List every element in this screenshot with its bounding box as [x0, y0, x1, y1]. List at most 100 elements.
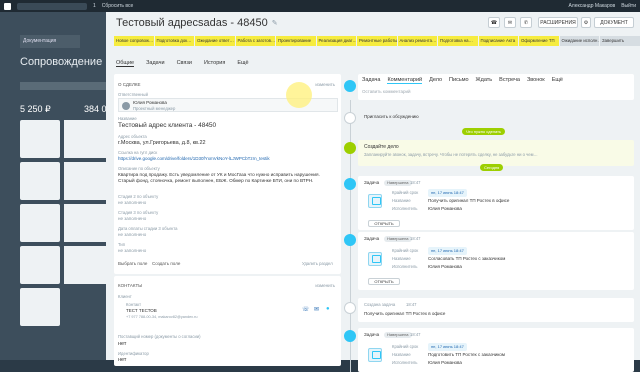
planned-pill: Что нужно сделать [462, 128, 506, 135]
tab-links[interactable]: Связи [177, 60, 192, 67]
change-link[interactable]: изменить [315, 283, 335, 288]
name-label: Название [392, 198, 411, 203]
delete-section-link[interactable]: Удалить раздел [302, 261, 333, 266]
executor-label: Исполнитель [392, 206, 418, 211]
tab-letter[interactable]: Письмо [449, 77, 468, 84]
task-executor[interactable]: Юлия Романова [428, 264, 462, 269]
top-system-bar: 1 Сбросить все Александр Макаров Выйти [0, 0, 640, 12]
created-task-time: 18:47 [406, 302, 417, 307]
task-name[interactable]: Получить оригинал ТП Ростех в офисе [428, 198, 509, 203]
tab-more[interactable]: Ещё [552, 77, 563, 84]
phone-icon[interactable]: ☎ [488, 17, 500, 28]
deal-title[interactable]: Тестовый адресsadas - 48450 [116, 17, 268, 29]
task-executor[interactable]: Юлия Романова [428, 206, 462, 211]
background-card [20, 162, 60, 200]
pipeline-stage[interactable]: Проектирование [276, 36, 316, 46]
task-checkbox-icon[interactable] [368, 194, 382, 208]
executor-label: Исполнитель [392, 360, 418, 365]
task-time: 18:47 [410, 180, 421, 185]
background-filter-strip [20, 82, 106, 90]
tab-task[interactable]: Задача [362, 77, 380, 84]
user-name[interactable]: Александр Макаров [568, 3, 615, 9]
tab-history[interactable]: История [204, 60, 225, 67]
open-line-icon[interactable]: ● [326, 306, 330, 312]
client-label: Клиент [118, 294, 132, 299]
consent-label: Поставщий номер (документы о согласии) [118, 334, 201, 339]
tab-wait[interactable]: Ждать [476, 77, 493, 84]
pipeline-stage[interactable]: Подготовка док… [154, 36, 194, 46]
choose-field-link[interactable]: Выбрать поле [118, 261, 147, 266]
deal-name: Тестовый адрес клиента - 48450 [118, 122, 217, 129]
tab-general[interactable]: Общие [116, 60, 135, 67]
deadline-value[interactable]: пн, 17 июнь 18:47 [428, 343, 467, 351]
background-card [64, 162, 106, 200]
responsible-name[interactable]: Юлия Романова [133, 100, 167, 105]
open-task-button[interactable]: ОТКРЫТЬ [368, 220, 400, 227]
responsible-role: Проектный менеджер [133, 106, 176, 111]
sync-link[interactable]: Сбросить все [102, 3, 134, 9]
settings-gear-icon[interactable]: ⚙ [581, 17, 591, 28]
background-sum-2: 384 0 [84, 104, 107, 114]
pipeline-stage[interactable]: Анализ ремонта… [397, 36, 437, 46]
chat-icon[interactable]: ✆ [520, 17, 532, 28]
tab-call[interactable]: Звонок [527, 77, 545, 84]
pipeline-stage[interactable]: Подписание Акта [478, 36, 518, 46]
task-executor[interactable]: Юлия Романова [428, 360, 462, 365]
background-sum-1: 5 250 ₽ [20, 104, 51, 114]
contact-name[interactable]: ТЕСТ ТЕСТОВ [126, 308, 157, 313]
task-name[interactable]: Согласовать ТП Ростех с заказчиком [428, 256, 505, 261]
create-field-link[interactable]: Создать поле [152, 261, 180, 266]
create-case-title: Создайте дело [364, 144, 399, 150]
extensions-button[interactable]: РАСШИРЕНИЯ [538, 17, 578, 28]
invite-link[interactable]: Пригласить к обсуждению [364, 114, 419, 119]
tab-more[interactable]: Ещё [237, 60, 248, 67]
tab-meeting[interactable]: Встреча [499, 77, 520, 84]
invite-icon [344, 112, 356, 124]
pipeline-stages: Новое сопровож… Подготовка док… Ожидание о… [114, 36, 640, 46]
created-task-text[interactable]: Получить оригинал ТП Ростех в офисе [364, 311, 445, 316]
tab-case[interactable]: Дело [429, 77, 442, 84]
payment-date-label: Дата оплаты стадии 3 объекта [118, 226, 178, 231]
counter-badge[interactable]: 1 [93, 3, 96, 9]
tab-tasks[interactable]: Задачи [146, 60, 164, 67]
pipeline-stage[interactable]: Новое сопровож… [114, 36, 154, 46]
tab-comment[interactable]: Комментарий [387, 77, 423, 84]
comment-input[interactable]: Оставить комментарий [362, 89, 411, 94]
responsible-label: Ответственный [118, 92, 148, 97]
task-name[interactable]: Подготовить ТП Ростех с заказчиком [428, 352, 505, 357]
address-label: Адрес объекта [118, 134, 147, 139]
global-search-input[interactable] [17, 2, 87, 10]
pipeline-stage[interactable]: Оформление ТП [519, 36, 559, 46]
exit-link[interactable]: Выйти [621, 3, 636, 9]
open-task-button[interactable]: ОТКРЫТЬ [368, 278, 400, 285]
name-label: Название [118, 116, 137, 121]
deadline-value[interactable]: пн, 17 июнь 18:47 [428, 189, 467, 197]
mail-icon[interactable]: ✉ [314, 306, 319, 313]
task-checkbox-icon[interactable] [368, 252, 382, 266]
mail-icon[interactable]: ✉ [504, 17, 516, 28]
task-time: 18:47 [410, 236, 421, 241]
pipeline-stage[interactable]: Работа с заготов… [235, 36, 275, 46]
description-label: Описание по объекту [118, 166, 160, 171]
payment-date-value: не заполнено [118, 232, 147, 237]
pipeline-stage[interactable]: Ремонтные работы [357, 36, 397, 46]
task-card: Задача Навершена 18:47 Крайний срок Назв… [358, 328, 634, 372]
deadline-value[interactable]: пн, 17 июнь 18:47 [428, 247, 467, 255]
pipeline-stage[interactable]: Завершить [600, 36, 640, 46]
pipeline-stage[interactable]: Реализация диаг… [316, 36, 356, 46]
pipeline-stage[interactable]: Ожидание исполн… [559, 36, 599, 46]
edit-pencil-icon[interactable]: ✎ [272, 19, 278, 27]
background-tab: Документация [20, 35, 80, 48]
drive-link[interactable]: https://drive.google.com/drive/folders/1… [118, 156, 270, 161]
stage3-value: не заполнено [118, 216, 147, 221]
phone-icon[interactable]: ☏ [302, 306, 310, 313]
comment-icon [344, 80, 356, 92]
task-card: Задача Навершена 18:47 Крайний срок Назв… [358, 176, 634, 230]
task-type: Задача [364, 236, 380, 241]
document-button[interactable]: ДОКУМЕНТ [594, 17, 634, 28]
task-icon [344, 178, 356, 190]
pipeline-stage[interactable]: Ожидание ответ… [195, 36, 235, 46]
app-logo-icon[interactable] [4, 2, 11, 10]
change-link[interactable]: изменить [315, 82, 335, 87]
pipeline-stage[interactable]: Подготовка на… [438, 36, 478, 46]
